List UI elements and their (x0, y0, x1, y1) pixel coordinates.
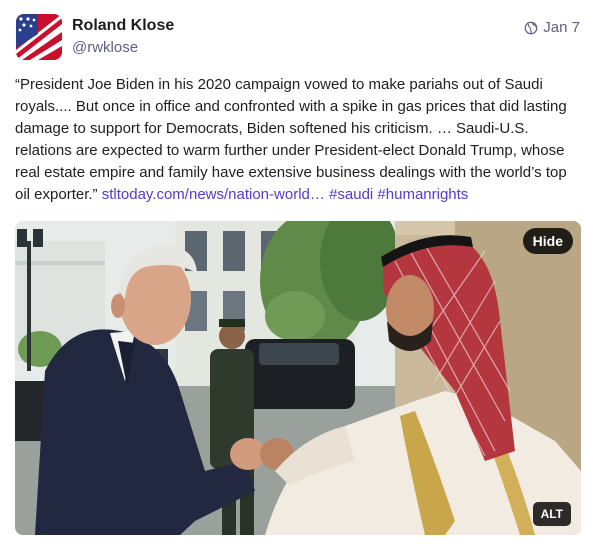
hashtag-humanrights[interactable]: #humanrights (377, 186, 468, 203)
globe-icon (524, 21, 538, 35)
post-meta[interactable]: Jan 7 (524, 19, 580, 36)
media-attachment[interactable]: Hide ALT (15, 221, 581, 535)
post-content: “President Joe Biden in his 2020 campaig… (15, 74, 583, 206)
avatar[interactable] (16, 14, 62, 60)
post-header: Roland Klose @rwklose Jan 7 (16, 14, 580, 62)
author-handle: @rwklose (72, 39, 139, 56)
post-date[interactable]: Jan 7 (543, 19, 580, 36)
alt-text-button[interactable]: ALT (532, 502, 571, 526)
post-text: “President Joe Biden in his 2020 campaig… (15, 76, 567, 203)
author-names: Roland Klose @rwklose (72, 16, 174, 59)
photo-image (15, 221, 581, 535)
flag-avatar-icon (16, 14, 62, 60)
post-link[interactable]: stltoday.com/news/nation-world… (102, 186, 325, 203)
hashtag-saudi[interactable]: #saudi (329, 186, 373, 203)
author-display-name[interactable]: Roland Klose (72, 16, 174, 36)
status-post: Roland Klose @rwklose Jan 7 “President J… (0, 0, 594, 554)
hide-media-button[interactable]: Hide (522, 228, 573, 254)
